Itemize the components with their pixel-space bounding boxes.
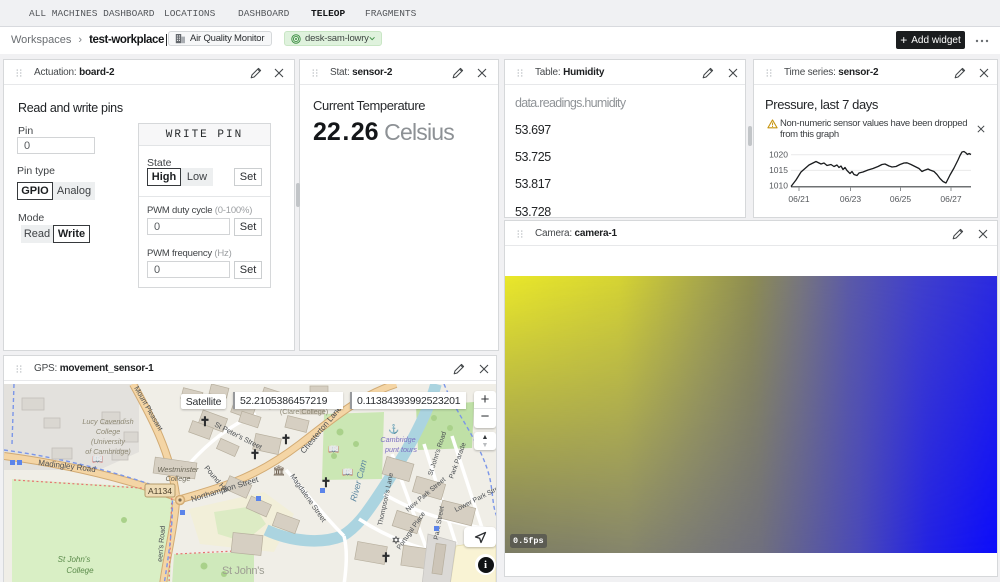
svg-text:✝: ✝ <box>381 550 392 565</box>
svg-text:06/21: 06/21 <box>788 194 810 204</box>
svg-text:06/23: 06/23 <box>840 194 862 204</box>
svg-text:1010: 1010 <box>769 181 788 191</box>
svg-text:06/27: 06/27 <box>940 194 962 204</box>
svg-text:St John's: St John's <box>58 555 91 564</box>
svg-text:A1134: A1134 <box>148 486 172 496</box>
svg-text:College: College <box>165 474 190 483</box>
svg-text:College: College <box>66 566 94 575</box>
svg-text:📖: 📖 <box>328 444 339 454</box>
svg-text:punt tours: punt tours <box>384 445 417 454</box>
svg-text:✝: ✝ <box>321 475 332 490</box>
svg-text:(University: (University <box>91 437 125 446</box>
svg-text:Westminster: Westminster <box>158 465 199 474</box>
svg-text:📖: 📖 <box>92 454 103 464</box>
svg-text:✝: ✝ <box>200 414 211 429</box>
svg-text:Cambridge: Cambridge <box>380 435 415 444</box>
svg-text:✝: ✝ <box>281 432 292 447</box>
svg-text:📖: 📖 <box>342 467 353 477</box>
svg-text:College: College <box>96 427 120 436</box>
svg-text:St John's: St John's <box>222 565 265 577</box>
svg-text:1020: 1020 <box>769 150 788 160</box>
svg-text:✡: ✡ <box>391 535 400 547</box>
svg-text:✝: ✝ <box>250 447 261 462</box>
svg-text:🏛: 🏛 <box>273 465 286 477</box>
svg-text:1015: 1015 <box>769 165 788 175</box>
svg-text:⚓: ⚓ <box>388 423 399 434</box>
svg-text:06/25: 06/25 <box>890 194 912 204</box>
svg-text:Lucy Cavendish: Lucy Cavendish <box>82 417 133 426</box>
